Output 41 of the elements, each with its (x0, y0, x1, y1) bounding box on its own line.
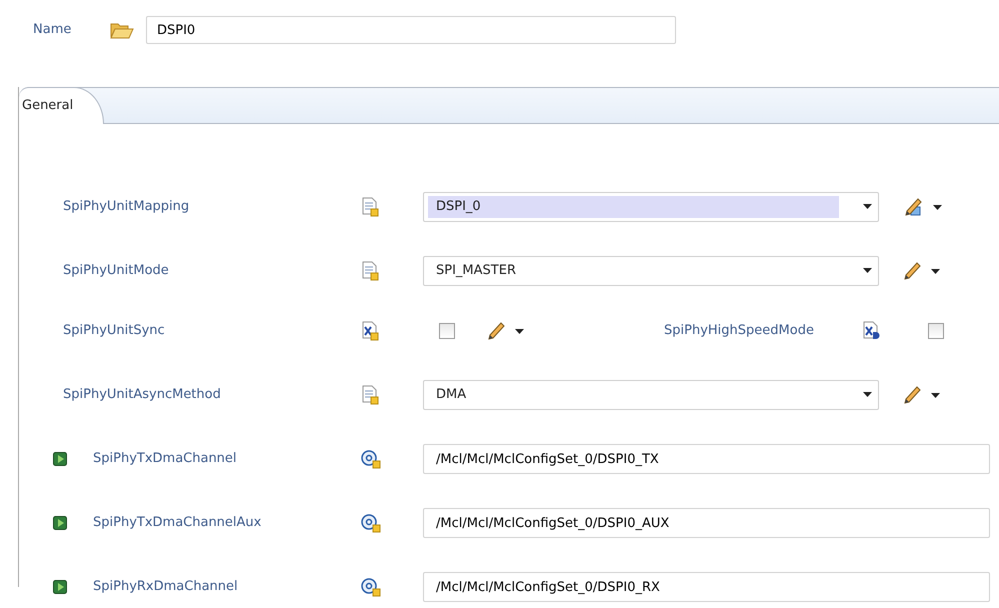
parameter-label: SpiPhyTxDmaChannelAux (93, 514, 262, 532)
pencil-icon (903, 385, 921, 405)
pencil-icon (903, 261, 921, 281)
module-icon (53, 580, 67, 594)
dropdown-field[interactable]: SPI_MASTER (423, 256, 879, 286)
parameter-label: SpiPhyUnitMode (63, 262, 169, 280)
module-icon (53, 452, 67, 466)
checkbox[interactable] (439, 323, 455, 339)
reference-field[interactable]: /Mcl/Mcl/MclConfigSet_0/DSPI0_RX (423, 572, 990, 602)
edit-menu-button[interactable] (903, 197, 942, 217)
caret-icon (931, 392, 940, 398)
caret-icon (863, 204, 872, 210)
caret-icon (933, 204, 942, 210)
parameter-label: SpiPhyUnitSync (63, 322, 165, 340)
variable-document-icon (361, 321, 379, 341)
caret-icon (863, 268, 872, 274)
module-icon (53, 516, 67, 530)
parameter-label: SpiPhyHighSpeedMode (664, 322, 814, 340)
document-key-icon (361, 197, 379, 217)
reference-field[interactable]: /Mcl/Mcl/MclConfigSet_0/DSPI0_TX (423, 444, 990, 474)
parameter-label: SpiPhyRxDmaChannel (93, 578, 238, 596)
pencil-icon (487, 321, 505, 341)
parameter-label: SpiPhyTxDmaChannel (93, 450, 237, 468)
folder-icon (110, 21, 134, 39)
dropdown-field[interactable]: DMA (423, 380, 879, 410)
checkbox[interactable] (928, 323, 944, 339)
document-key-icon (361, 385, 379, 405)
caret-icon (931, 268, 940, 274)
dropdown-field[interactable]: DSPI_0 (423, 192, 879, 222)
edit-menu-button[interactable] (903, 261, 940, 281)
name-label: Name (33, 21, 72, 40)
document-key-icon (361, 261, 379, 281)
edit-menu-button[interactable] (903, 385, 940, 405)
variable-document-icon (862, 320, 880, 341)
caret-icon (863, 392, 872, 398)
tab[interactable]: General (19, 87, 104, 124)
name-field[interactable]: DSPI0 (146, 16, 676, 44)
parameter-label: SpiPhyUnitAsyncMethod (63, 386, 221, 404)
caret-icon (515, 328, 524, 334)
reference-field[interactable]: /Mcl/Mcl/MclConfigSet_0/DSPI0_AUX (423, 508, 990, 538)
parameter-label: SpiPhyUnitMapping (63, 198, 190, 216)
